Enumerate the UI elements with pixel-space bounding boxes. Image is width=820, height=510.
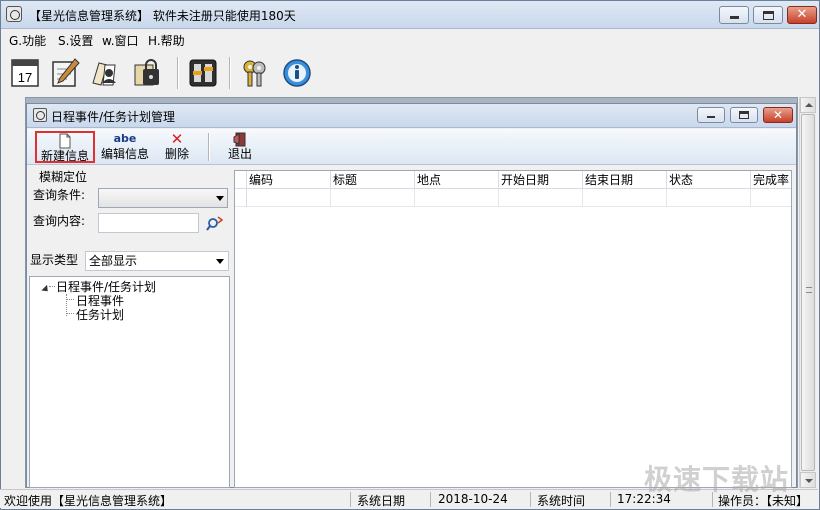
- category-tree: 日程事件/任务计划 日程事件 任务计划: [29, 276, 230, 488]
- child-close-button[interactable]: ✕: [763, 107, 793, 123]
- grid-header: 编码 标题 地点 开始日期 结束日期 状态 完成率: [235, 171, 791, 189]
- exit-button[interactable]: 退出: [225, 131, 255, 163]
- table-cell[interactable]: [583, 189, 667, 207]
- minimize-icon: [707, 116, 715, 118]
- column-header-title[interactable]: 标题: [331, 171, 415, 189]
- tree-connector: [67, 299, 74, 300]
- column-header-start-date[interactable]: 开始日期: [499, 171, 583, 189]
- contacts-icon[interactable]: [89, 57, 121, 89]
- scroll-thumb[interactable]: [801, 114, 815, 471]
- tree-connector: [49, 286, 55, 287]
- welcome-text: 欢迎使用【星光信息管理系统】: [4, 494, 173, 508]
- edit-record-label: 编辑信息: [100, 147, 149, 161]
- menu-bar: G.功能 S.设置 w.窗口 H.帮助: [1, 30, 819, 50]
- toolbar-separator: [229, 57, 231, 89]
- minimize-button[interactable]: [719, 6, 749, 24]
- chevron-down-icon: [216, 259, 224, 264]
- child-window-title: 日程事件/任务计划管理: [51, 110, 176, 124]
- maximize-icon: [739, 111, 749, 119]
- column-header-location[interactable]: 地点: [415, 171, 499, 189]
- new-document-icon: [59, 133, 71, 149]
- child-minimize-button[interactable]: [697, 107, 725, 123]
- system-date-label: 系统日期: [357, 494, 406, 508]
- toolbar-separator: [177, 57, 179, 89]
- table-cell[interactable]: [499, 189, 583, 207]
- keys-icon[interactable]: [239, 57, 271, 89]
- table-cell[interactable]: [247, 189, 331, 207]
- exit-label: 退出: [227, 147, 252, 161]
- table-cell[interactable]: [751, 189, 791, 207]
- lock-icon[interactable]: [131, 57, 163, 89]
- help-icon[interactable]: [281, 57, 313, 89]
- child-window-icon[interactable]: [33, 108, 47, 122]
- delete-record-button[interactable]: ✕ 删除: [162, 131, 192, 163]
- condition-select[interactable]: [98, 188, 228, 208]
- chevron-down-icon: [216, 196, 224, 201]
- exit-door-icon: [233, 132, 246, 147]
- condition-label: 查询条件:: [33, 188, 86, 202]
- toolbar-separator: [208, 133, 210, 161]
- column-header-status[interactable]: 状态: [667, 171, 751, 189]
- search-icon[interactable]: [206, 215, 224, 233]
- maximize-button[interactable]: [753, 6, 783, 24]
- window-title: 【星光信息管理系统】 软件未注册只能使用180天: [29, 9, 296, 23]
- column-header-completion[interactable]: 完成率: [751, 171, 791, 189]
- status-divider: [530, 492, 531, 507]
- table-row[interactable]: [235, 189, 791, 207]
- records-grid: 编码 标题 地点 开始日期 结束日期 状态 完成率: [234, 170, 792, 488]
- column-header-end-date[interactable]: 结束日期: [583, 171, 667, 189]
- child-maximize-button[interactable]: [730, 107, 758, 123]
- grip-icon: [806, 287, 812, 293]
- maximize-icon: [763, 11, 774, 20]
- row-selector[interactable]: [235, 189, 247, 207]
- notepad-pen-icon[interactable]: [49, 57, 81, 89]
- minimize-icon: [730, 16, 739, 19]
- close-icon: ✕: [796, 7, 808, 22]
- title-bar: 【星光信息管理系统】 软件未注册只能使用180天 ✕: [1, 1, 819, 29]
- scroll-up-button[interactable]: [800, 97, 816, 113]
- row-selector-header: [235, 171, 247, 188]
- edit-text-icon: abe: [113, 132, 137, 145]
- menu-function[interactable]: G.功能: [9, 32, 46, 49]
- system-date-value: 2018-10-24: [438, 492, 508, 506]
- scroll-down-button[interactable]: [800, 472, 816, 488]
- table-cell[interactable]: [415, 189, 499, 207]
- vertical-scrollbar[interactable]: [799, 97, 816, 488]
- calendar-icon[interactable]: 17: [9, 57, 41, 89]
- column-header-code[interactable]: 编码: [247, 171, 331, 189]
- status-divider: [610, 492, 611, 507]
- edit-record-button[interactable]: abe 编辑信息: [99, 131, 151, 163]
- display-type-select[interactable]: 全部显示: [85, 251, 229, 271]
- menu-settings[interactable]: S.设置: [58, 32, 93, 49]
- record-toolbar: 新建信息 abe 编辑信息 ✕ 删除 退出: [27, 129, 796, 165]
- menu-window[interactable]: w.窗口: [102, 32, 139, 49]
- svg-text:17: 17: [18, 70, 32, 85]
- new-record-button[interactable]: 新建信息: [35, 131, 95, 163]
- watermark: 极速下载站: [644, 463, 790, 496]
- system-time-label: 系统时间: [537, 494, 586, 508]
- delete-icon: ✕: [170, 130, 184, 148]
- fuzzy-search-legend: 模糊定位: [39, 170, 88, 184]
- settings-icon[interactable]: [187, 57, 219, 89]
- child-title-bar: 日程事件/任务计划管理 ✕: [27, 104, 796, 128]
- tree-node-task[interactable]: 任务计划: [76, 306, 124, 323]
- main-toolbar: 17: [1, 51, 819, 95]
- table-cell[interactable]: [667, 189, 751, 207]
- menu-help[interactable]: H.帮助: [148, 32, 185, 49]
- search-content-input[interactable]: [98, 213, 199, 233]
- app-icon[interactable]: [6, 6, 22, 22]
- close-button[interactable]: ✕: [787, 6, 817, 24]
- new-record-label: 新建信息: [40, 149, 89, 163]
- schedule-task-window: 日程事件/任务计划管理 ✕ 新建信息 abe 编辑信息 ✕ 删除 退出 模糊定位…: [26, 103, 797, 488]
- display-type-value: 全部显示: [89, 254, 138, 268]
- close-icon: ✕: [772, 108, 784, 122]
- delete-record-label: 删除: [164, 147, 189, 161]
- status-divider: [350, 492, 351, 507]
- tree-connector: [67, 313, 74, 314]
- table-cell[interactable]: [331, 189, 415, 207]
- status-divider: [430, 492, 431, 507]
- content-label: 查询内容:: [33, 214, 86, 228]
- display-type-label: 显示类型: [30, 253, 79, 267]
